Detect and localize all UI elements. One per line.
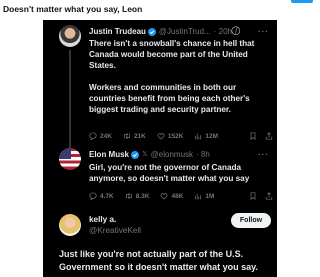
repost-count: 21K: [133, 132, 146, 140]
reply-icon: [89, 132, 97, 140]
reply-icon: [89, 192, 97, 200]
reply-count: 24K: [100, 132, 112, 140]
views-chart-icon: [195, 193, 202, 200]
share-button[interactable]: [265, 192, 273, 200]
tweet-time[interactable]: · 8h: [196, 149, 210, 161]
tweet-text: Girl, you're not the governor of Canada …: [89, 163, 250, 183]
author-handle[interactable]: @elonmusk: [151, 149, 193, 161]
bookmark-icon: [250, 192, 256, 200]
follow-button[interactable]: Follow: [231, 213, 271, 228]
reply-button[interactable]: 24K: [89, 132, 112, 140]
reply-text: Just like you're not actually part of th…: [59, 249, 259, 272]
author-handle[interactable]: @JustinTrud...: [159, 26, 211, 38]
tweet-actions: 24K 21K 152K 12M: [89, 130, 273, 142]
share-icon: [265, 192, 273, 200]
tweet-actions: 4.7K 8.3K 48K 1M: [89, 190, 273, 202]
thread-line: [69, 50, 71, 148]
tweet-paragraph: There isn't a snowball's chance in hell …: [89, 39, 255, 70]
reply-button[interactable]: 4.7K: [89, 192, 114, 200]
verified-badge-icon: [147, 28, 156, 36]
author-name[interactable]: Elon Musk: [89, 149, 129, 161]
more-options-icon[interactable]: ···: [258, 26, 269, 38]
views-count: 1M: [205, 192, 215, 200]
views-count: 12M: [205, 132, 219, 140]
repost-icon: [124, 132, 130, 140]
heart-icon: [157, 133, 165, 140]
repost-icon: [125, 192, 132, 200]
tweet-header: Elon Musk 𝕏 @elonmusk · 8h ···: [89, 149, 273, 161]
like-count: 48K: [171, 192, 184, 200]
share-icon: [265, 132, 273, 140]
tweet-time[interactable]: · 20h: [214, 26, 232, 38]
like-count: 152K: [167, 132, 184, 140]
like-button[interactable]: 152K: [157, 132, 184, 140]
tweet-text: There isn't a snowball's chance in hell …: [89, 38, 273, 115]
tweet-paragraph: Workers and communities in both our coun…: [89, 83, 250, 114]
account-name[interactable]: kelly a.: [89, 214, 116, 225]
avatar[interactable]: [59, 25, 81, 47]
bookmark-button[interactable]: [249, 132, 257, 140]
reply-count: 4.7K: [100, 192, 114, 200]
x-logo-icon: 𝕏: [142, 151, 148, 158]
tweet-screenshot-card: Justin Trudeau @JustinTrud... · 20h ⧸⃝ ·…: [43, 20, 277, 277]
repost-button[interactable]: 8.3K: [125, 192, 150, 200]
bookmark-button[interactable]: [249, 192, 257, 200]
account-handle[interactable]: @KreativeKell: [89, 225, 141, 236]
avatar[interactable]: [59, 214, 81, 236]
like-button[interactable]: 48K: [160, 192, 183, 200]
repost-count: 8.3K: [135, 192, 150, 200]
views-button[interactable]: 1M: [194, 192, 214, 200]
author-name[interactable]: Justin Trudeau: [89, 26, 146, 38]
avatar[interactable]: [59, 148, 81, 170]
views-button[interactable]: 12M: [194, 132, 218, 140]
bookmark-icon: [250, 132, 256, 140]
grok-icon[interactable]: ⧸⃝: [235, 26, 237, 38]
more-options-icon[interactable]: ···: [258, 149, 269, 161]
views-chart-icon: [195, 133, 202, 140]
tweet-header: Justin Trudeau @JustinTrud... · 20h ⧸⃝ ·…: [89, 26, 273, 38]
caption-accent-badge: [291, 0, 313, 3]
share-button[interactable]: [265, 132, 273, 140]
heart-icon: [161, 193, 168, 200]
repost-button[interactable]: 21K: [123, 132, 146, 140]
verified-badge-icon: [131, 151, 140, 159]
post-caption: Doesn't matter what you say, Leon: [3, 4, 143, 14]
